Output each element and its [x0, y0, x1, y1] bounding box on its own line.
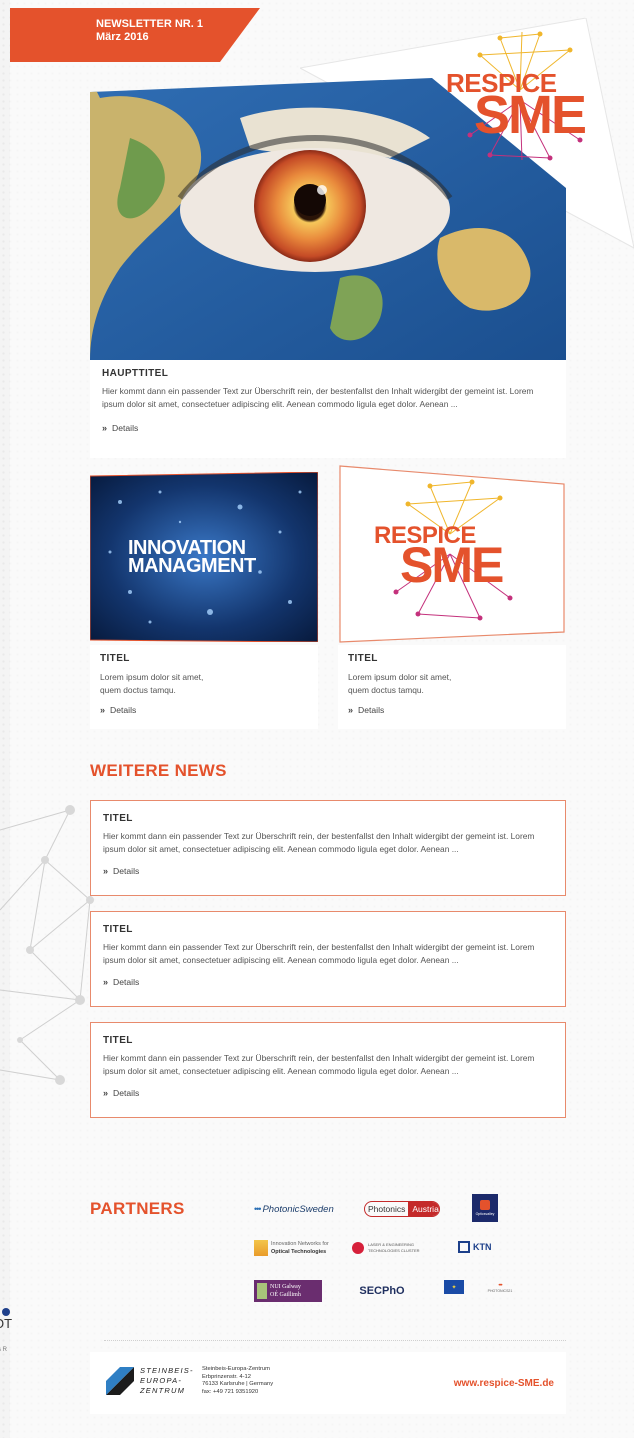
- newsletter-label: NEWSLETTER NR. 1: [96, 18, 203, 30]
- feature-2-title: TITEL: [348, 653, 378, 664]
- news-item-title: TITEL: [103, 924, 133, 935]
- photonic-sweden-text: PhotonicSweden: [262, 1203, 334, 1215]
- partner-logo-ktn[interactable]: KTN: [458, 1236, 508, 1258]
- partner-logo-photonic-sweden[interactable]: ••• PhotonicSweden: [254, 1200, 340, 1218]
- nui-label: NUI Galway OÉ Gaillimh: [270, 1283, 301, 1299]
- respice-sme-logo[interactable]: RESPICE SME: [440, 30, 600, 162]
- optical-tech-line1: Innovation Networks for: [271, 1241, 329, 1247]
- feature-1-text-line2: quem doctus tamqu.: [100, 685, 176, 695]
- address-line2: Erbprinzenstr. 4-12: [202, 1373, 251, 1380]
- details-label: Details: [113, 1088, 140, 1098]
- address-line1: Steinbeis-Europa-Zentrum: [202, 1366, 270, 1372]
- news-item-text: Hier kommt dann ein passender Text zur Ü…: [103, 831, 535, 854]
- footer: STEINBEIS- EUROPA- ZENTRUM Steinbeis-Eur…: [90, 1352, 566, 1414]
- website-link[interactable]: www.respice-SME.de: [454, 1378, 554, 1389]
- news-item-text: Hier kommt dann ein passender Text zur Ü…: [103, 942, 535, 965]
- side-dot-icon: [2, 1308, 10, 1316]
- details-label: Details: [358, 705, 385, 715]
- news-item-details-link[interactable]: » Details: [103, 1088, 553, 1098]
- address-line3: 76133 Karlsruhe | Germany: [202, 1381, 274, 1388]
- feature-2-text-line1: Lorem ipsum dolor sit amet,: [348, 672, 452, 682]
- steinbeis-line1: STEINBEIS-: [140, 1366, 194, 1375]
- feature-1-details-link[interactable]: » Details: [100, 705, 308, 715]
- partner-logo-eu[interactable]: ✦: [444, 1280, 464, 1294]
- side-fragment: OT s R: [0, 1308, 14, 1353]
- hero-details-link[interactable]: » Details: [102, 423, 554, 433]
- details-label: Details: [110, 705, 137, 715]
- steinbeis-name: STEINBEIS- EUROPA- ZENTRUM: [140, 1366, 194, 1396]
- newsletter-flag: NEWSLETTER NR. 1 März 2016: [10, 8, 260, 62]
- partners-heading: PARTNERS: [90, 1199, 185, 1218]
- double-chevron-right-icon: »: [348, 705, 353, 715]
- news-item-details-link[interactable]: » Details: [103, 977, 553, 987]
- details-label: Details: [113, 977, 140, 987]
- feature-1-title: TITEL: [100, 653, 130, 664]
- feature-2-details-link[interactable]: » Details: [348, 705, 556, 715]
- partner-logo-secpho[interactable]: SECPhO: [352, 1280, 412, 1302]
- secpho-text: SECPhO: [359, 1285, 405, 1297]
- respice-logo-line2: SME: [400, 537, 504, 593]
- hero-title: HAUPTTITEL: [102, 368, 169, 379]
- laser-cluster-icon: [352, 1242, 364, 1254]
- details-label: Details: [112, 423, 139, 433]
- details-label: Details: [113, 866, 140, 876]
- nui-line1: NUI Galway: [270, 1284, 301, 1290]
- partner-logo-optical-technologies[interactable]: Innovation Networks for Optical Technolo…: [254, 1238, 344, 1258]
- optics-valley-text: Opticsvalley: [475, 1212, 495, 1216]
- feature-2-text-line2: quem doctus tamqu.: [348, 685, 424, 695]
- footer-divider: [104, 1340, 566, 1341]
- hero-card: HAUPTTITEL Hier kommt dann ein passender…: [90, 360, 566, 458]
- feature-image-respice[interactable]: RESPICE SME: [338, 464, 566, 644]
- double-chevron-right-icon: »: [103, 1088, 108, 1098]
- ktn-text: KTN: [473, 1242, 492, 1252]
- side-fragment-letters: OT: [0, 1316, 13, 1331]
- ktn-icon: [458, 1241, 470, 1253]
- laser-cluster-label: LASER & ENGINEERING TECHNOLOGIES CLUSTER: [368, 1242, 420, 1254]
- optical-tech-icon: [254, 1240, 268, 1256]
- hero-text: Hier kommt dann ein passender Text zur Ü…: [102, 386, 534, 409]
- steinbeis-mark-icon: [106, 1367, 134, 1395]
- partner-logo-optics-valley[interactable]: Opticsvalley: [472, 1194, 498, 1222]
- optical-tech-line2: Optical Technologies: [271, 1249, 327, 1255]
- double-chevron-right-icon: »: [100, 705, 105, 715]
- steinbeis-line3: ZENTRUM: [140, 1386, 186, 1395]
- news-item-text: Hier kommt dann ein passender Text zur Ü…: [103, 1053, 535, 1076]
- austria-text: Austria: [408, 1202, 439, 1216]
- news-item: TITEL Hier kommt dann ein passender Text…: [90, 800, 566, 896]
- optics-valley-icon: [480, 1200, 490, 1210]
- footer-address: Steinbeis-Europa-Zentrum Erbprinzenstr. …: [202, 1366, 273, 1396]
- news-item-details-link[interactable]: » Details: [103, 866, 553, 876]
- feature-card-2: TITEL Lorem ipsum dolor sit amet, quem d…: [338, 645, 566, 729]
- feature-card-1: TITEL Lorem ipsum dolor sit amet, quem d…: [90, 645, 318, 729]
- steinbeis-logo[interactable]: STEINBEIS- EUROPA- ZENTRUM: [106, 1366, 194, 1396]
- nui-crest-icon: [257, 1283, 267, 1299]
- news-item: TITEL Hier kommt dann ein passender Text…: [90, 1022, 566, 1118]
- double-chevron-right-icon: »: [103, 866, 108, 876]
- eu-stars-icon: ✦: [451, 1284, 457, 1291]
- partner-logo-photonics21[interactable]: ••• PHOTONICS21: [480, 1280, 520, 1296]
- weitere-news-heading: WEITERE NEWS: [90, 761, 227, 780]
- dots-icon: •••: [254, 1204, 262, 1214]
- nui-line2: OÉ Gaillimh: [270, 1292, 301, 1298]
- double-chevron-right-icon: »: [102, 423, 107, 433]
- optical-tech-label: Innovation Networks for Optical Technolo…: [271, 1240, 329, 1256]
- laser-cluster-line2: TECHNOLOGIES CLUSTER: [368, 1248, 420, 1253]
- logo-sme: SME: [474, 85, 587, 145]
- double-chevron-right-icon: »: [103, 977, 108, 987]
- photonics-text: Photonics: [368, 1204, 406, 1214]
- innovation-title-line2: MANAGMENT: [128, 555, 256, 577]
- partner-logo-photonics-austria[interactable]: Photonics Austria: [364, 1200, 440, 1218]
- side-fragment-small: s R: [0, 1347, 7, 1353]
- news-item: TITEL Hier kommt dann ein passender Text…: [90, 911, 566, 1007]
- news-item-title: TITEL: [103, 1035, 133, 1046]
- feature-1-text-line1: Lorem ipsum dolor sit amet,: [100, 672, 204, 682]
- address-line4: fax: +49 721 9351920: [202, 1388, 259, 1395]
- photonics-austria-badge: Photonics Austria: [364, 1201, 440, 1217]
- partner-logo-laser-cluster[interactable]: LASER & ENGINEERING TECHNOLOGIES CLUSTER: [352, 1238, 442, 1258]
- feature-image-innovation[interactable]: INNOVATION MANAGMENT: [89, 471, 319, 643]
- partner-logo-nui-galway[interactable]: NUI Galway OÉ Gaillimh: [254, 1280, 322, 1302]
- steinbeis-line2: EUROPA-: [140, 1376, 183, 1385]
- photonics21-text: PHOTONICS21: [487, 1289, 513, 1293]
- news-item-title: TITEL: [103, 813, 133, 824]
